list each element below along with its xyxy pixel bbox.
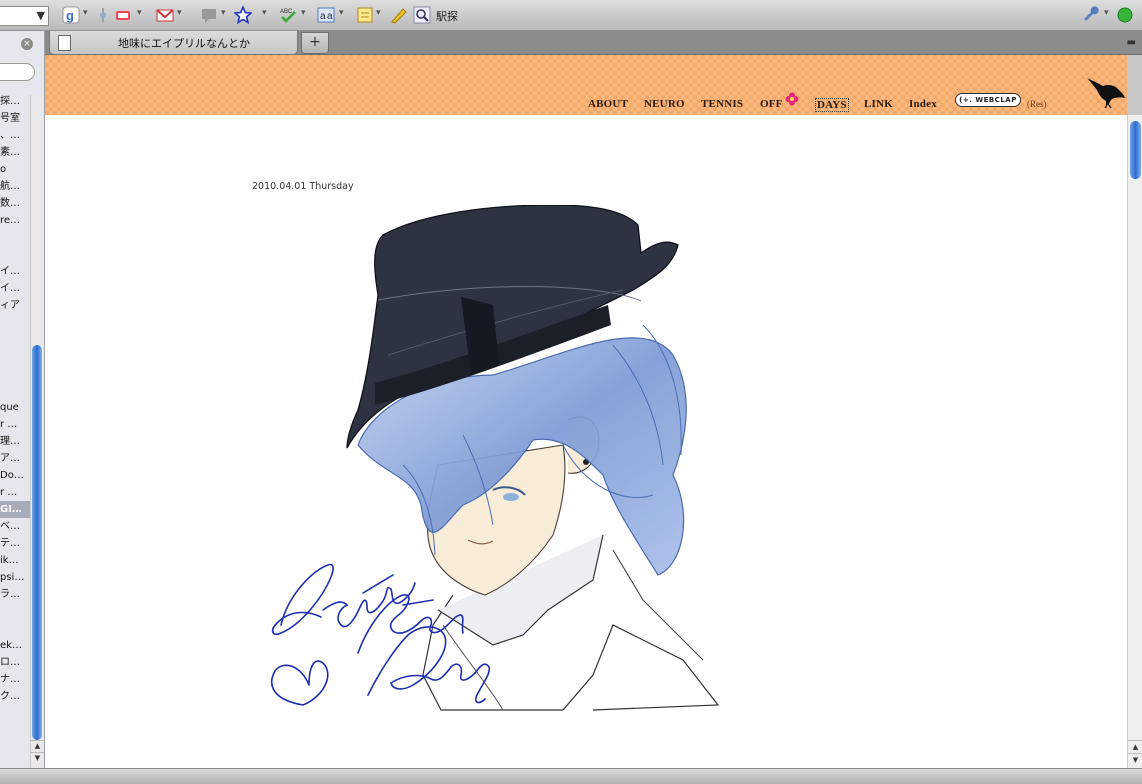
svg-text:a: a (327, 11, 333, 22)
gmail-menu-caret-icon[interactable]: ▾ (177, 8, 182, 18)
sidebar-scroll-thumb[interactable] (32, 345, 42, 740)
spellcheck-icon[interactable]: ABC (279, 6, 297, 24)
sidebar-item[interactable]: que (0, 399, 30, 416)
autofill-menu-caret-icon[interactable]: ▾ (376, 8, 381, 18)
gmail-icon[interactable] (156, 6, 174, 24)
google-menu-caret-icon[interactable]: ▾ (83, 8, 88, 18)
sidebar-item[interactable]: 数… (0, 195, 30, 212)
sidebar-item[interactable]: ィア (0, 297, 30, 314)
sidebar-item[interactable]: re… (0, 212, 30, 229)
dropdown-arrow-icon[interactable]: ▼ (37, 9, 45, 22)
sidebar-item[interactable]: 理… (0, 433, 30, 450)
page-scroll-up-arrow-icon[interactable]: ▲ (1128, 740, 1142, 753)
magnifier-icon[interactable] (413, 6, 431, 24)
highlighter-icon[interactable] (389, 6, 407, 24)
res-link[interactable]: (Res) (1027, 99, 1047, 109)
nav-tennis[interactable]: TENNIS (701, 98, 743, 110)
flower-icon (785, 92, 799, 106)
sidebar-item[interactable]: ベ… (0, 518, 30, 535)
search-engine-select[interactable]: ▼ (0, 6, 49, 26)
page-scroll-down-arrow-icon[interactable]: ▼ (1128, 753, 1142, 766)
nav-link[interactable]: LINK (864, 98, 893, 110)
web-page: ABOUT NEURO TENNIS OFF DAYS LINK Index (… (45, 55, 1127, 768)
autofill-icon[interactable] (356, 6, 374, 24)
nav-neuro[interactable]: NEURO (644, 98, 685, 110)
bookmarks-sidebar: × 探… 号室、… 素… o 航… 数… re… イ… イ… ィア que r … 理… ア… Do… r …… (0, 31, 45, 768)
webclap-label: WEBCLAP (975, 96, 1017, 104)
sidebar-search-input[interactable] (0, 63, 35, 81)
sidebar-item[interactable]: o (0, 161, 30, 178)
sidebar-item[interactable]: 、… (0, 127, 30, 144)
tab-strip: 地味にエイプリルなんとか + ▬ (45, 31, 1142, 55)
star-icon[interactable] (234, 6, 252, 24)
sidebar-scrollbar[interactable]: ▲ ▼ (30, 95, 44, 768)
sidebar-item[interactable]: r … (0, 484, 30, 501)
scroll-down-arrow-icon[interactable]: ▼ (31, 752, 44, 764)
sidebar-item[interactable]: 航… (0, 178, 30, 195)
spellcheck-menu-caret-icon[interactable]: ▾ (301, 8, 306, 18)
wrench-icon[interactable] (1082, 6, 1100, 24)
sidebar-item[interactable]: psi… (0, 569, 30, 586)
page-scrollbar[interactable]: ▲ ▼ (1127, 115, 1142, 768)
nav-about[interactable]: ABOUT (588, 98, 628, 110)
svg-text:ABC: ABC (280, 9, 293, 15)
sidebar-item[interactable]: 号室 (0, 110, 30, 127)
svg-text:g: g (66, 8, 74, 23)
ekitan-search-label[interactable]: 駅探 (436, 8, 458, 24)
sidebar-item[interactable]: イ… (0, 263, 30, 280)
nav-index[interactable]: Index (909, 98, 937, 110)
site-header: ABOUT NEURO TENNIS OFF DAYS LINK Index (… (45, 55, 1127, 115)
status-green-icon[interactable] (1116, 6, 1134, 24)
sidebar-item[interactable]: ク… (0, 688, 30, 705)
browser-toolbar: ▼ g ▾ ▾ ▾ ▾ ▾ ABC ▾ aa ▾ ▾ 駅探 ▾ (0, 0, 1142, 31)
sidebar-item[interactable]: ア… (0, 450, 30, 467)
april-fools-illustration (270, 205, 720, 711)
post-date: 2010.04.01 Thursday (252, 181, 354, 192)
tab-overflow-menu-icon[interactable]: ▬ (1127, 37, 1136, 48)
comment-icon[interactable] (200, 6, 218, 24)
tab-active[interactable]: 地味にエイプリルなんとか (49, 31, 298, 55)
google-icon[interactable]: g (62, 6, 80, 24)
translate-icon[interactable]: aa (317, 6, 335, 24)
comment-menu-caret-icon[interactable]: ▾ (221, 8, 226, 18)
sidebar-item[interactable]: ラ… (0, 586, 30, 603)
new-tab-button[interactable]: + (301, 32, 329, 54)
translate-menu-caret-icon[interactable]: ▾ (339, 8, 344, 18)
sidebar-item[interactable]: ik… (0, 552, 30, 569)
sidebar-item[interactable]: Do… (0, 467, 30, 484)
bird-logo-icon[interactable] (1085, 75, 1127, 109)
sidebar-item[interactable]: GI… (0, 501, 30, 518)
wrench-menu-caret-icon[interactable]: ▾ (1104, 8, 1109, 18)
sidebar-item[interactable]: ロ… (0, 654, 30, 671)
nav-off[interactable]: OFF (760, 98, 783, 110)
star-menu-caret-icon[interactable]: ▾ (262, 8, 267, 18)
sidebar-item[interactable]: 素… (0, 144, 30, 161)
sidebar-item[interactable]: テ… (0, 535, 30, 552)
status-bar (0, 768, 1142, 784)
tag-menu-caret-icon[interactable]: ▾ (137, 8, 142, 18)
sidebar-item[interactable]: r … (0, 416, 30, 433)
tab-title: 地味にエイプリルなんとか (118, 37, 250, 50)
sidebar-item[interactable]: ナ… (0, 671, 30, 688)
april-fools-signature (270, 563, 491, 706)
sidebar-item[interactable]: ek… (0, 637, 30, 654)
svg-text:a: a (320, 11, 326, 22)
document-icon (58, 35, 71, 51)
bookmark-tag-icon[interactable] (114, 6, 132, 24)
close-sidebar-icon[interactable]: × (21, 38, 33, 50)
page-scroll-thumb[interactable] (1130, 121, 1141, 179)
scroll-up-arrow-icon[interactable]: ▲ (31, 740, 44, 752)
webclap-plus-icon: (+. (959, 96, 973, 104)
pagerank-icon[interactable] (94, 6, 112, 24)
sidebar-item[interactable]: イ… (0, 280, 30, 297)
sidebar-item[interactable]: 探… (0, 93, 30, 110)
nav-days[interactable]: DAYS (815, 98, 849, 112)
webclap-button[interactable]: (+. WEBCLAP (955, 93, 1021, 107)
